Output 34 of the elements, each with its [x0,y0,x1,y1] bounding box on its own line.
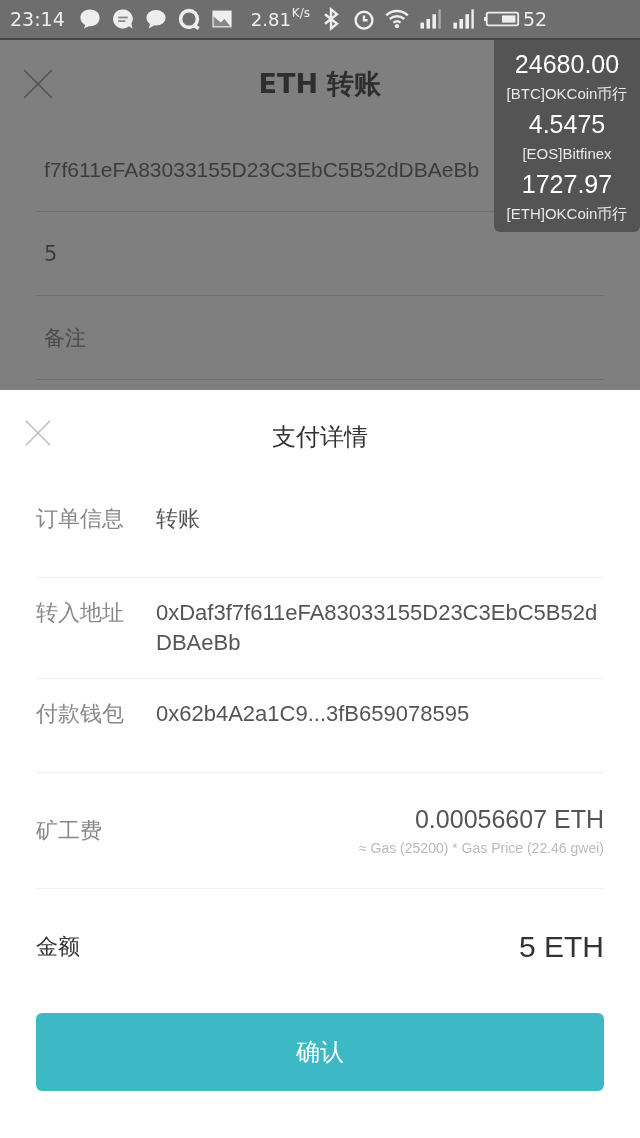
battery-icon [484,9,520,29]
chat-bubble-icon [143,7,168,31]
confirm-button[interactable]: 确认 [36,1013,604,1091]
row-value: 0x62b4A2a1C9...3fB659078595 [156,700,471,728]
message-icon [110,7,135,31]
price-value: 1727.97 [521,169,613,200]
network-speed: 2.81 [250,8,291,30]
price-value: 24680.00 [514,49,620,80]
sheet-title: 支付详情 [272,422,368,453]
signal-icon [418,7,442,31]
price-value: 4.5475 [528,109,606,140]
fee-formula: ≈ Gas (25200) * Gas Price (22.46 gwei) [359,840,604,856]
signal-icon [451,7,475,31]
screen-title: ETH 转账 [258,67,382,101]
row-label: 订单信息 [36,505,125,533]
clock-time: 23:14 [10,8,65,30]
price-source: [EOS]Bitfinex [522,144,612,164]
row-value: 转账 [156,505,201,533]
battery-level: 52 [523,8,548,30]
speed-unit: K/s [291,6,310,20]
row-value: 0xDaf3f7f611eFA83033155D23C3EbC5B52dDBAeBb [156,599,599,657]
price-source: [BTC]OKCoin币行 [506,84,628,104]
row-label: 金额 [36,933,81,961]
address-field[interactable]: f7f611eFA83033155D23C3EbC5B52dDBAeBb [44,157,480,182]
row-label: 付款钱包 [36,700,125,728]
row-label: 转入地址 [36,599,125,627]
ring-icon [176,7,201,31]
total-amount: 5 ETH [517,930,604,964]
chat-bubble-icon [77,7,102,31]
fee-value: 0.00056607 ETH [414,805,604,834]
close-icon[interactable] [22,68,54,100]
row-label: 矿工费 [36,816,103,845]
close-icon[interactable] [24,419,52,447]
wifi-icon [385,7,409,31]
